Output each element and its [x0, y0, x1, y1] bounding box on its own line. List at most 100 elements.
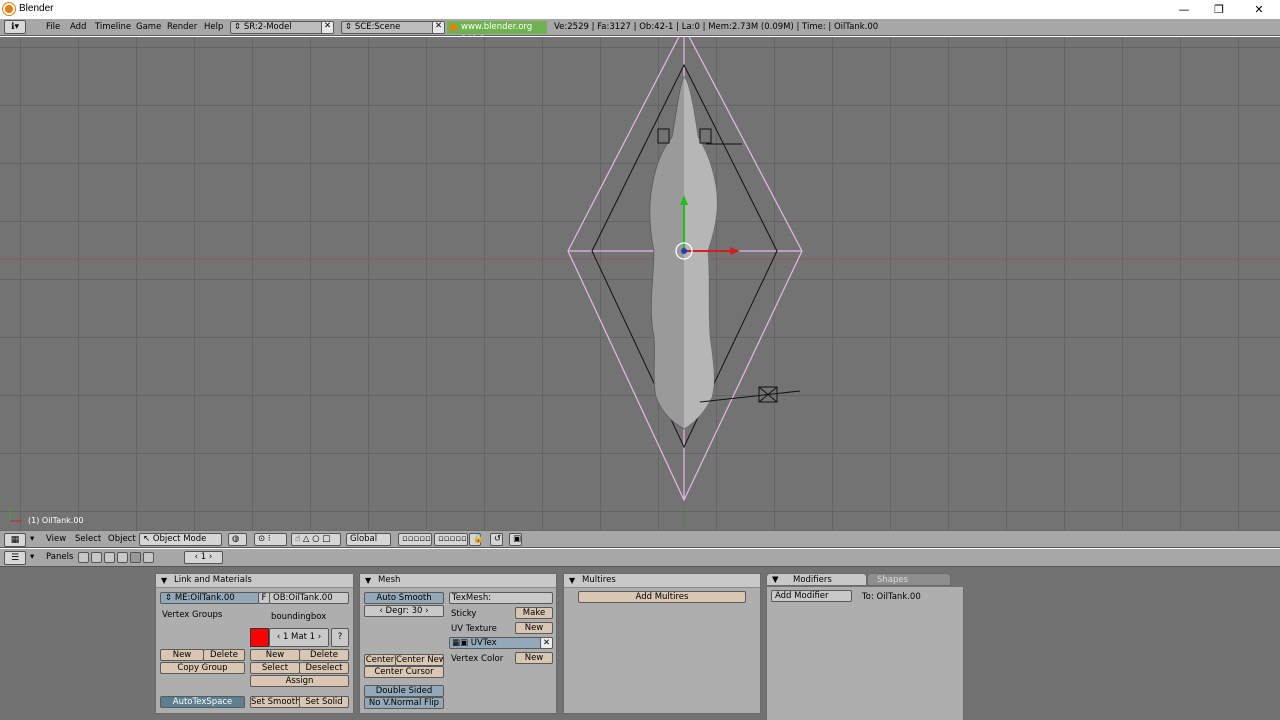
- tab-modifiers[interactable]: ▼ Modifiers: [766, 573, 867, 586]
- vertex-group-new-button[interactable]: New: [160, 649, 204, 661]
- frame-value: 1: [200, 552, 207, 562]
- uvtex-delete-icon[interactable]: ✕: [540, 637, 553, 649]
- 3d-viewport[interactable]: (1) OilTank.00: [0, 37, 1280, 530]
- maximize-button[interactable]: ❐: [1201, 0, 1237, 19]
- pivot-icon[interactable]: ⊙ ⁝: [254, 533, 287, 546]
- empty-box-left: [657, 128, 670, 144]
- layers-row-1-icon[interactable]: ▫▫▫▫▫: [398, 533, 432, 546]
- autotexspace-toggle[interactable]: AutoTexSpace: [160, 696, 245, 708]
- object-name-field[interactable]: OB:OilTank.00: [269, 592, 349, 604]
- collapse-menu-icon[interactable]: ▾: [30, 534, 34, 544]
- degree-value: Degr: 30: [385, 606, 423, 616]
- center-new-button[interactable]: Center New: [395, 654, 444, 666]
- layers-row-2-icon[interactable]: ▫▫▫▫▫: [434, 533, 468, 546]
- blender-globe-icon: [450, 24, 457, 31]
- scene-selector[interactable]: ⇕ SCE:Scene ✕: [341, 21, 445, 34]
- viewport-scene: [0, 37, 1280, 530]
- menu-render[interactable]: Render: [167, 21, 197, 34]
- mode-selector[interactable]: ↖ Object Mode: [139, 533, 222, 546]
- vertex-color-new-button[interactable]: New: [515, 652, 553, 664]
- frame-field[interactable]: ‹ 1 ›: [184, 551, 223, 564]
- material-help-button[interactable]: ?: [331, 628, 349, 647]
- panel-mesh-header[interactable]: ▼ Mesh: [360, 574, 556, 588]
- auto-smooth-toggle[interactable]: Auto Smooth: [364, 592, 444, 604]
- material-assign-button[interactable]: Assign: [250, 675, 349, 687]
- scene-stepper-icon: ⇕: [345, 22, 353, 32]
- set-smooth-button[interactable]: Set Smooth: [250, 696, 300, 708]
- window-titlebar: Blender — ❐ ✕: [0, 0, 1280, 19]
- center-button[interactable]: Center: [364, 654, 396, 666]
- panels-label: Panels: [46, 552, 74, 562]
- menu-game[interactable]: Game: [136, 21, 161, 34]
- collapse-triangle-icon: ▼: [772, 575, 779, 585]
- material-index-field[interactable]: ‹ 1 Mat 1 ›: [269, 628, 329, 647]
- menu-select[interactable]: Select: [75, 534, 101, 544]
- material-deselect-button[interactable]: Deselect: [299, 662, 349, 674]
- scene-stats: Ve:2529 | Fa:3127 | Ob:42-1 | La:0 | Mem…: [554, 22, 879, 32]
- set-solid-button[interactable]: Set Solid: [299, 696, 349, 708]
- editing-context-icon[interactable]: [130, 552, 141, 563]
- tab-shapes[interactable]: Shapes: [867, 573, 951, 586]
- sticky-make-button[interactable]: Make: [515, 607, 553, 619]
- panel-multires-header[interactable]: ▼ Multires: [564, 574, 760, 588]
- frame-next-icon: ›: [208, 552, 213, 562]
- mesh-name-field[interactable]: ⇕ ME:OilTank.00: [160, 592, 259, 604]
- minimize-button[interactable]: —: [1166, 0, 1202, 19]
- add-modifier-menu[interactable]: Add Modifier: [771, 590, 852, 602]
- object-origin: [681, 248, 687, 254]
- close-button[interactable]: ✕: [1241, 0, 1277, 19]
- buttons-window-type-icon[interactable]: ☰: [4, 551, 26, 565]
- vertex-color-label: Vertex Color: [451, 654, 504, 664]
- vertex-group-delete-button[interactable]: Delete: [203, 649, 245, 661]
- screen-selector[interactable]: ⇕ SR:2-Model ✕: [230, 21, 334, 34]
- manipulator-x-arrow[interactable]: [730, 247, 740, 255]
- screen-delete-icon[interactable]: ✕: [321, 22, 333, 33]
- scene-context-icon[interactable]: [143, 552, 154, 563]
- material-color-swatch[interactable]: [250, 628, 269, 647]
- collapse-triangle-icon: ▼: [161, 576, 168, 585]
- manipulator-toggles-icon[interactable]: ☝ △ ○ □: [291, 533, 341, 546]
- render-icon[interactable]: ▣: [509, 533, 522, 546]
- material-new-button[interactable]: New: [250, 649, 300, 661]
- menu-view[interactable]: View: [46, 534, 66, 544]
- no-vnormal-flip-toggle[interactable]: No V.Normal Flip: [364, 697, 444, 709]
- 3d-window-type-icon[interactable]: ▦: [4, 533, 26, 547]
- copy-group-button[interactable]: Copy Group: [160, 662, 245, 674]
- uvtex-layer[interactable]: ▦▣ UVTex: [449, 637, 553, 649]
- blender-url[interactable]: www.blender.org 249.2: [447, 21, 547, 45]
- menu-file[interactable]: File: [46, 21, 60, 34]
- shading-context-icon[interactable]: [104, 552, 115, 563]
- mode-label: Object Mode: [152, 534, 207, 544]
- viewport-object-label: (1) OilTank.00: [28, 516, 84, 525]
- info-window-type-icon[interactable]: ℹ▾: [4, 20, 26, 34]
- double-sided-toggle[interactable]: Double Sided: [364, 685, 444, 697]
- draw-type-icon[interactable]: ◍: [228, 533, 247, 546]
- degree-field[interactable]: ‹ Degr: 30 ›: [364, 605, 444, 617]
- menu-add[interactable]: Add: [70, 21, 86, 34]
- menu-object[interactable]: Object: [108, 534, 136, 544]
- menu-help[interactable]: Help: [204, 21, 223, 34]
- buttons-window: ▼ Link and Materials ⇕ ME:OilTank.00 F OB…: [0, 567, 1280, 720]
- add-multires-button[interactable]: Add Multires: [578, 591, 746, 603]
- scene-delete-icon[interactable]: ✕: [432, 22, 444, 33]
- mesh-name-value: ME:OilTank.00: [174, 593, 235, 603]
- menu-timeline[interactable]: Timeline: [95, 21, 131, 34]
- panel-link-materials-header[interactable]: ▼ Link and Materials: [156, 574, 353, 588]
- object-context-icon[interactable]: [117, 552, 128, 563]
- screen-stepper-icon: ⇕: [234, 22, 242, 32]
- center-cursor-button[interactable]: Center Cursor: [364, 666, 444, 678]
- collapse-triangle-icon: ▼: [365, 576, 372, 585]
- object-mode-icon: ↖: [143, 534, 151, 544]
- orientation-selector[interactable]: Global: [346, 533, 391, 546]
- uv-texture-new-button[interactable]: New: [515, 622, 553, 634]
- lock-icon[interactable]: 🔒: [469, 533, 484, 546]
- script-context-icon[interactable]: [91, 552, 102, 563]
- texmesh-field[interactable]: TexMesh:: [449, 592, 553, 604]
- logic-context-icon[interactable]: [78, 552, 89, 563]
- material-index-value: 1 Mat 1: [282, 632, 316, 642]
- undo-icon[interactable]: ↺: [490, 533, 503, 546]
- material-select-button[interactable]: Select: [250, 662, 300, 674]
- material-delete-button[interactable]: Delete: [299, 649, 349, 661]
- frame-prev-icon: ‹: [194, 552, 199, 562]
- panels-collapse-icon[interactable]: ▾: [30, 552, 34, 562]
